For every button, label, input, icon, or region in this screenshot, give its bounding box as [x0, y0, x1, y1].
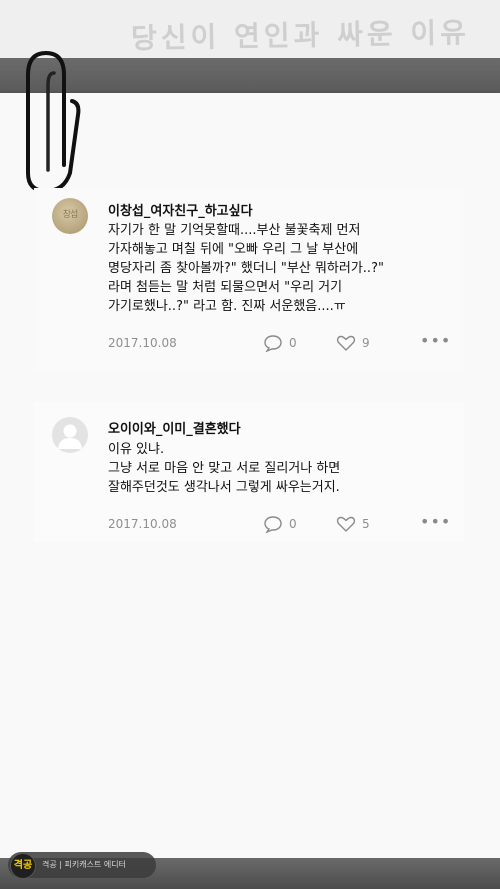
reply-button[interactable]: 0 [263, 334, 297, 352]
reply-button[interactable]: 0 [263, 515, 297, 533]
avatar[interactable]: 창섭 [52, 198, 88, 234]
heart-icon [336, 335, 356, 351]
comment-line: 그냥 서로 마음 안 맞고 서로 질리거나 하면 [108, 461, 341, 476]
comment-line: 이유 있냐. [108, 442, 165, 457]
like-count: 5 [362, 517, 370, 531]
page-title: 당신이 연인과 싸운 이유 [130, 16, 471, 55]
comment-meta: 2017.10.08 0 5 ••• [108, 512, 454, 535]
reply-count: 0 [289, 517, 297, 531]
comment-meta: 2017.10.08 0 9 ••• [108, 331, 454, 354]
source-caption: 격공 | 피키캐스트 에디터 [42, 860, 126, 869]
comment-date: 2017.10.08 [108, 336, 177, 350]
comment-body: 이유 있냐. 그냥 서로 마음 안 맞고 서로 질리거나 하면 잘해주던것도 생… [108, 440, 458, 497]
avatar[interactable] [52, 417, 88, 453]
more-options-icon[interactable]: ••• [420, 331, 451, 350]
comment-line: 명당자리 좀 찾아볼까?" 했더니 "부산 뭐하러가..?" [108, 261, 384, 276]
default-avatar-icon [58, 424, 82, 449]
comment-line: 가기로했나..?" 라고 함. 진짜 서운했음....ㅠ [108, 299, 346, 314]
avatar-stamp-text: 창섭 [62, 210, 79, 220]
comment-line: 잘해주던것도 생각나서 그렇게 싸우는거지. [108, 480, 340, 495]
like-button[interactable]: 9 [336, 334, 370, 352]
comment-username[interactable]: 오이이와_이미_결혼했다 [108, 418, 241, 437]
comment-date: 2017.10.08 [108, 517, 177, 531]
comment-line: 가자해놓고 며칠 뒤에 "오빠 우리 그 날 부산에 [108, 242, 359, 257]
comment-body: 자기가 한 말 기억못할때....부산 불꽃축제 먼저 가자해놓고 며칠 뒤에 … [108, 221, 458, 316]
source-logo: 격공 [10, 853, 36, 879]
speech-bubble-icon [264, 516, 282, 533]
like-button[interactable]: 5 [336, 515, 370, 533]
comment-card: 오이이와_이미_결혼했다 이유 있냐. 그냥 서로 마음 안 맞고 서로 질리거… [34, 402, 464, 542]
reply-count: 0 [289, 336, 297, 350]
comment-line: 라며 첨듣는 말 처럼 되물으면서 "우리 거기 [108, 280, 343, 295]
speech-bubble-icon [264, 335, 282, 352]
source-badge: 격공 격공 | 피키캐스트 에디터 [8, 852, 156, 879]
comment-username[interactable]: 이창섭_여자친구_하고싶다 [108, 200, 253, 219]
more-options-icon[interactable]: ••• [420, 512, 451, 531]
paperclip-icon [26, 50, 81, 194]
like-count: 9 [362, 336, 370, 350]
comment-line: 자기가 한 말 기억못할때....부산 불꽃축제 먼저 [108, 223, 361, 238]
comment-card: 창섭 이창섭_여자친구_하고싶다 자기가 한 말 기억못할때....부산 불꽃축… [34, 188, 464, 373]
heart-icon [336, 516, 356, 532]
